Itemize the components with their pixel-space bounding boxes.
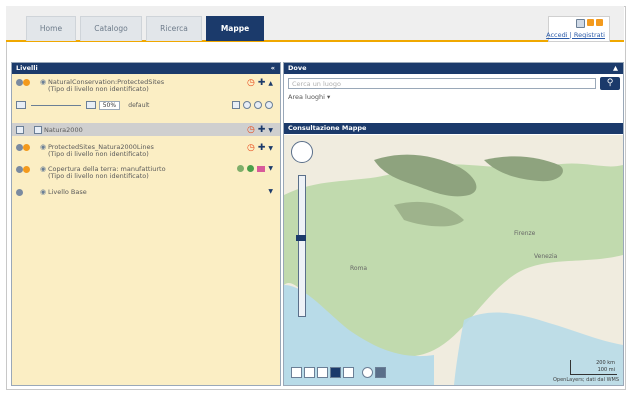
zoom-icon[interactable] (247, 165, 255, 172)
layer-row[interactable]: ◉ Copertura della terra: manufattiurto (… (16, 165, 276, 185)
layer-type: (Tipo di livello non identificato) (48, 150, 149, 158)
fullscreen-icon[interactable] (362, 367, 373, 378)
opacity-value[interactable]: 50% (98, 101, 121, 110)
tab-mappe[interactable]: Mappe (206, 16, 264, 41)
info-icon[interactable]: ◷ (247, 78, 255, 88)
visibility-icon[interactable] (23, 78, 31, 86)
layer-checkbox[interactable] (34, 126, 42, 134)
opacity-decrease-button[interactable] (16, 101, 26, 109)
layer-row[interactable]: ◉ Livello Base ▼ (16, 188, 276, 200)
map-panel-title: Consultazione Mappe (288, 124, 367, 132)
info-icon[interactable]: ◷ (247, 143, 255, 153)
info-icon[interactable]: ◷ (247, 125, 255, 135)
layer-row[interactable]: ◉ NaturalConservation:ProtectedSites (Ti… (16, 78, 276, 100)
layer-name: Livello Base (48, 188, 87, 196)
where-panel-title: Dove (288, 64, 307, 72)
tab-ricerca[interactable]: Ricerca (146, 16, 202, 41)
zoom-in-tool-icon[interactable] (291, 367, 302, 378)
layers-panel: Livelli « ◉ NaturalConservation:Protecte… (11, 62, 281, 386)
login-box: Accedi | Registrati (546, 16, 610, 42)
place-search-input[interactable]: Cerca un luogo (288, 78, 596, 89)
move-icon[interactable]: ✚ (258, 126, 266, 135)
layer-row[interactable]: ◉ ProtectedSites_Natura2000Lines (Tipo d… (16, 143, 276, 163)
eye-icon[interactable]: ◉ (40, 78, 46, 86)
legend-icon[interactable] (257, 165, 266, 172)
map-toolbar (291, 367, 386, 378)
layer-row[interactable]: Natura2000 ◷ ✚ ▼ (12, 123, 280, 136)
area-select-label: Area luoghi (288, 93, 325, 101)
info-icon[interactable] (237, 165, 245, 172)
opacity-slider[interactable] (31, 104, 82, 106)
user-icon (587, 19, 594, 26)
map-panel: Dove ▲ Cerca un luogo ⚲ Area luoghi ▾ Co… (283, 62, 624, 386)
map-panel-header: Consultazione Mappe (284, 123, 623, 134)
map-view[interactable]: Roma Firenze Venezia 200 km 100 mi OpenL… (284, 135, 623, 385)
layer-type: (Tipo di livello non identificato) (48, 172, 149, 180)
layer-checkbox[interactable] (16, 126, 24, 134)
opacity-controls: 50% default (16, 101, 276, 113)
layer-icon (16, 143, 23, 151)
move-icon[interactable]: ✚ (258, 144, 266, 153)
where-panel-header: Dove ▲ (284, 63, 623, 74)
eye-icon[interactable]: ◉ (40, 143, 46, 151)
visibility-icon[interactable] (23, 165, 31, 173)
map-credit: OpenLayers; dati dal WMS (553, 377, 619, 383)
map-label-firenze: Firenze (514, 230, 536, 237)
move-icon[interactable]: ✚ (258, 79, 266, 88)
tab-catalogo[interactable]: Catalogo (80, 16, 142, 41)
style-select[interactable]: default (128, 102, 149, 109)
pan-control-icon[interactable] (291, 141, 313, 163)
opacity-increase-button[interactable] (86, 101, 97, 109)
select-tool-icon[interactable] (317, 367, 328, 378)
zoom-to-layer-button[interactable] (243, 101, 251, 109)
pan-tool-icon[interactable] (330, 367, 341, 378)
register-icon (596, 19, 603, 26)
collapse-icon[interactable]: « (271, 63, 275, 74)
scale-bar: 200 km 100 mi (570, 360, 617, 375)
scale-label-mi: 100 mi (597, 367, 615, 373)
layers-panel-title: Livelli (16, 64, 38, 72)
eye-icon[interactable]: ◉ (40, 188, 46, 196)
menu-icon[interactable]: ▼ (268, 127, 273, 134)
eye-icon[interactable]: ◉ (40, 165, 46, 173)
zoom-slider[interactable] (298, 175, 306, 317)
menu-icon[interactable]: ▼ (268, 145, 273, 152)
area-select[interactable]: Area luoghi ▾ (288, 93, 330, 101)
layers-panel-header: Livelli « (12, 63, 280, 74)
login-link[interactable]: Accedi | Registrati (546, 31, 605, 39)
map-label-venezia: Venezia (534, 253, 558, 260)
layer-icon (16, 78, 23, 86)
menu-icon[interactable]: ▼ (268, 188, 273, 195)
menu-icon[interactable]: ▼ (268, 165, 273, 172)
lock-icon (576, 19, 585, 28)
layer-icon (16, 188, 23, 196)
layer-icon (16, 165, 23, 173)
info-button[interactable] (254, 101, 262, 109)
measure-tool-icon[interactable] (343, 367, 354, 378)
scale-label-km: 200 km (596, 360, 615, 366)
top-navigation: Home Catalogo Ricerca Mappe Accedi | Reg… (6, 6, 624, 42)
map-label-roma: Roma (350, 265, 368, 272)
zoom-out-tool-icon[interactable] (304, 367, 315, 378)
remove-button[interactable] (265, 101, 273, 109)
layer-name: Natura2000 (44, 126, 83, 134)
print-icon[interactable] (375, 367, 386, 378)
zoom-slider-handle[interactable] (296, 235, 306, 241)
collapse-icon[interactable]: ▲ (613, 63, 618, 74)
map-image[interactable] (284, 135, 623, 385)
search-button[interactable]: ⚲ (600, 77, 620, 90)
menu-icon[interactable]: ▲ (268, 80, 273, 87)
layer-icon (25, 126, 32, 133)
layer-type: (Tipo di livello non identificato) (48, 85, 149, 93)
tab-home[interactable]: Home (26, 16, 76, 41)
legend-button[interactable] (232, 101, 240, 109)
visibility-icon[interactable] (23, 143, 31, 151)
